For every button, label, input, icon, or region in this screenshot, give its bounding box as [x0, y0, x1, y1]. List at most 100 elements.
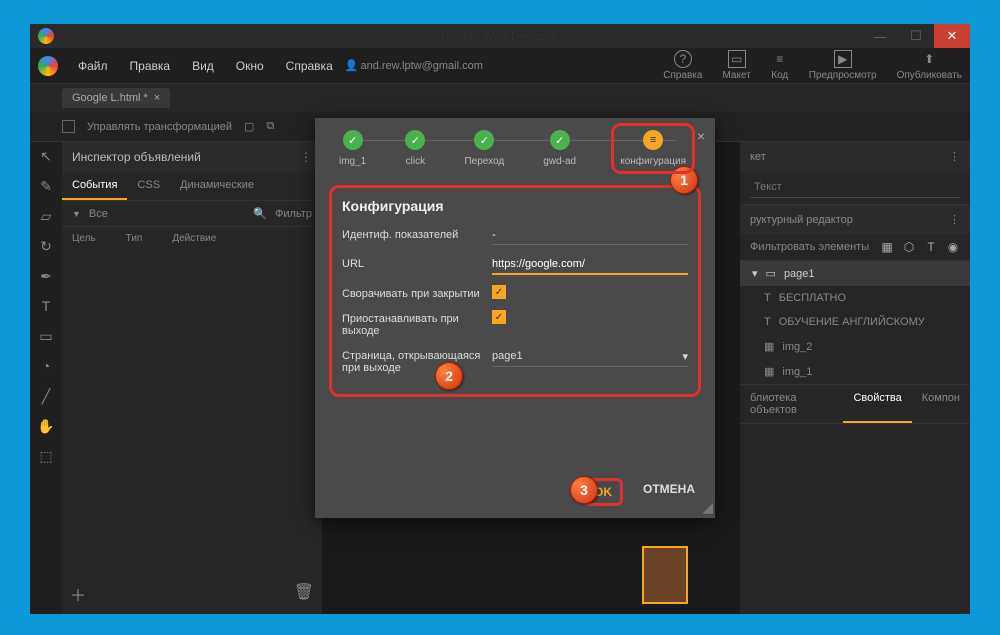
help-action[interactable]: ?Справка: [663, 50, 702, 81]
help-icon: ?: [674, 50, 692, 68]
text-input[interactable]: [750, 177, 960, 198]
line-tool-icon[interactable]: ╱: [38, 388, 54, 404]
titlebar: Google Web Designer — ☐ ✕: [30, 24, 970, 48]
tree-img1[interactable]: ▦img_1: [740, 359, 970, 384]
dialog-title: Конфигурация: [342, 198, 688, 214]
app-logo-icon: [38, 28, 54, 44]
menu-file[interactable]: Файл: [68, 55, 118, 77]
page-thumbnail[interactable]: [642, 546, 688, 604]
inspector-panel: Инспектор объявлений ⋮ События CSS Динами…: [62, 142, 322, 614]
tab-close-icon[interactable]: ×: [154, 92, 160, 104]
tree-free[interactable]: TБЕСПЛАТНО: [740, 286, 970, 310]
brush-tool-icon[interactable]: ✎: [38, 178, 54, 194]
document-tab[interactable]: Google L.html *×: [62, 88, 170, 108]
url-input[interactable]: [492, 255, 688, 275]
properties-tab[interactable]: Свойства: [843, 385, 911, 423]
maximize-button[interactable]: ☐: [898, 24, 934, 48]
collapse-label: Сворачивать при закрытии: [342, 285, 492, 300]
inspector-title: Инспектор объявлений: [72, 150, 201, 164]
filter-elements[interactable]: Фильтровать элементы: [750, 241, 869, 253]
events-tab[interactable]: События: [62, 172, 127, 200]
document-tabs: Google L.html *×: [30, 84, 970, 112]
components-tab[interactable]: Компон: [912, 385, 970, 423]
tree-learn[interactable]: TОБУЧЕНИЕ АНГЛИЙСКОМУ: [740, 310, 970, 334]
check-icon: ✓: [550, 130, 570, 150]
metrics-label: Идентиф. показателей: [342, 226, 492, 241]
code-action[interactable]: ≡Код: [771, 50, 789, 81]
hand-tool-icon[interactable]: ✋: [38, 418, 54, 434]
dynamic-tab[interactable]: Динамические: [170, 172, 264, 200]
text-tool-icon[interactable]: T: [38, 298, 54, 314]
rect-tool-icon[interactable]: ▭: [38, 328, 54, 344]
page-select[interactable]: page1▾: [492, 347, 688, 367]
pause-checkbox[interactable]: ✓: [492, 310, 506, 324]
url-label: URL: [342, 255, 492, 270]
css-tab[interactable]: CSS: [127, 172, 170, 200]
text-node-icon: T: [764, 292, 771, 304]
resize-grip-icon[interactable]: ◢: [702, 499, 713, 516]
tag-tool-icon[interactable]: ▱: [38, 208, 54, 224]
step-transition[interactable]: ✓Переход: [464, 130, 504, 167]
collapse-checkbox[interactable]: ✓: [492, 285, 506, 299]
col-type: Тип: [126, 233, 143, 244]
config-form: Конфигурация Идентиф. показателей URL Св…: [329, 185, 701, 397]
close-button[interactable]: ✕: [934, 24, 970, 48]
image-filter-icon[interactable]: ▦: [880, 240, 894, 254]
component-filter-icon[interactable]: ◉: [946, 240, 960, 254]
collapse-icon[interactable]: ⋮: [300, 150, 312, 164]
step-click[interactable]: ✓click: [405, 130, 425, 167]
select-tool-icon[interactable]: ↖: [38, 148, 54, 164]
col-action: Действие: [172, 233, 216, 244]
toolbar-icon[interactable]: ▢: [244, 120, 254, 133]
step-img1[interactable]: ✓img_1: [339, 130, 366, 167]
delete-button[interactable]: 🗑: [294, 582, 314, 606]
right-panel: кет⋮ руктурный редактор⋮ Фильтровать эле…: [740, 142, 970, 614]
layout-action[interactable]: ▭Макет: [722, 50, 750, 81]
app-icon: [38, 56, 58, 76]
active-step-icon: ≡: [643, 130, 663, 150]
menu-icon[interactable]: ⋮: [949, 150, 960, 163]
zoom-tool-icon[interactable]: ⬚: [38, 448, 54, 464]
callout-2: 2: [435, 362, 463, 390]
fill-tool-icon[interactable]: ◔: [38, 358, 54, 374]
event-config-dialog: × ✓img_1 ✓click ✓Переход ✓gwd-ad ≡конфиг…: [315, 118, 715, 518]
metrics-input[interactable]: [492, 226, 688, 245]
toolbar-icon[interactable]: ⧉: [266, 120, 274, 133]
search-icon[interactable]: 🔍: [253, 207, 267, 220]
manage-transform-label: Управлять трансформацией: [87, 121, 232, 133]
menu-view[interactable]: Вид: [182, 55, 224, 77]
cancel-button[interactable]: ОТМЕНА: [639, 478, 699, 506]
minimize-button[interactable]: —: [862, 24, 898, 48]
step-config[interactable]: ≡конфигурация: [611, 123, 695, 174]
check-icon: ✓: [474, 130, 494, 150]
menu-edit[interactable]: Правка: [120, 55, 181, 77]
publish-action[interactable]: ⬆Опубликовать: [897, 50, 962, 81]
tree-img2[interactable]: ▦img_2: [740, 334, 970, 359]
library-tab[interactable]: блиотека объектов: [740, 385, 843, 423]
menu-help[interactable]: Справка: [276, 55, 343, 77]
page-icon: ▭: [766, 267, 776, 280]
check-icon: ✓: [343, 130, 363, 150]
filter-all[interactable]: Все: [89, 208, 108, 220]
text-filter-icon[interactable]: T: [924, 240, 938, 254]
filter-placeholder[interactable]: Фильтр: [275, 208, 312, 220]
chevron-down-icon: ▾: [682, 350, 688, 363]
tree-page1[interactable]: ▾▭page1: [740, 261, 970, 286]
user-icon: 👤: [345, 59, 359, 72]
layout-icon: ▭: [728, 50, 746, 68]
pen-tool-icon[interactable]: ✒: [38, 268, 54, 284]
window-title: Google Web Designer: [441, 29, 559, 43]
rotate-tool-icon[interactable]: ↻: [38, 238, 54, 254]
image-node-icon: ▦: [764, 365, 774, 378]
manage-transform-checkbox[interactable]: [62, 120, 75, 133]
preview-action[interactable]: ▶Предпросмотр: [809, 50, 877, 81]
tree-filter-icon[interactable]: ⬡: [902, 240, 916, 254]
step-gwdad[interactable]: ✓gwd-ad: [543, 130, 576, 167]
menu-icon[interactable]: ⋮: [949, 213, 960, 226]
expand-icon[interactable]: ▼: [72, 209, 81, 219]
add-button[interactable]: ＋: [70, 582, 86, 606]
user-email[interactable]: and.rew.lptw@gmail.com: [360, 60, 482, 72]
layout-tab-label[interactable]: кет: [750, 151, 766, 163]
text-node-icon: T: [764, 316, 771, 328]
menu-window[interactable]: Окно: [226, 55, 274, 77]
